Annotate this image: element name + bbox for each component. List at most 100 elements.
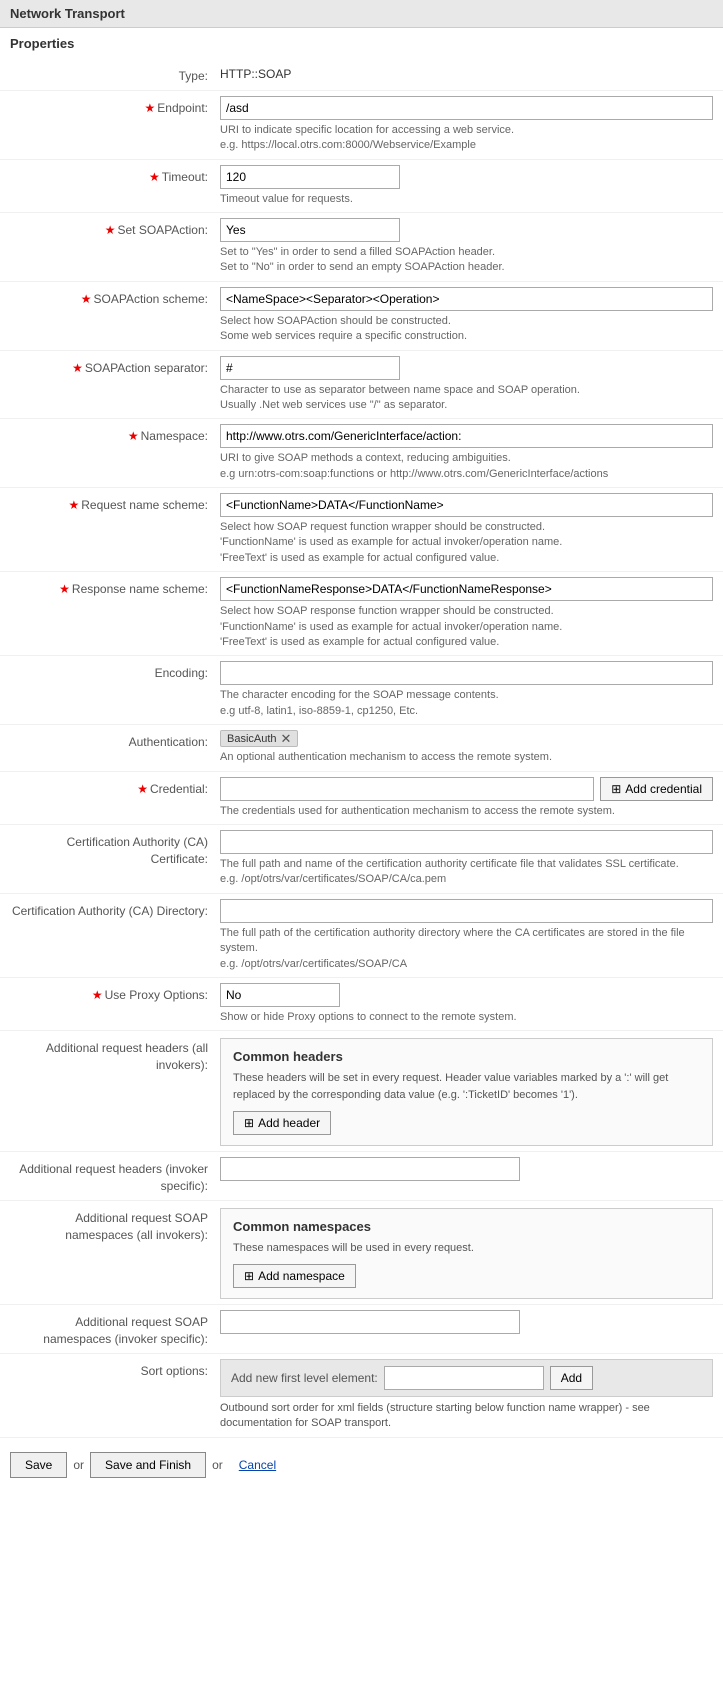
add-namespace-button[interactable]: ⊞ Add namespace xyxy=(233,1264,356,1288)
sort-area: Add new first level element: Add xyxy=(220,1359,713,1397)
additional-headers-invoker-input[interactable] xyxy=(220,1157,520,1181)
sort-add-button[interactable]: Add xyxy=(550,1366,593,1390)
ca-directory-input[interactable] xyxy=(220,899,713,923)
authentication-badge: BasicAuth ✕ xyxy=(220,730,298,747)
authentication-label: Authentication: xyxy=(10,730,220,751)
credential-label: ★Credential: xyxy=(10,777,220,798)
add-credential-icon: ⊞ xyxy=(611,782,621,796)
endpoint-input[interactable] xyxy=(220,96,713,120)
set-soapaction-label: ★Set SOAPAction: xyxy=(10,218,220,239)
sort-new-element-input[interactable] xyxy=(384,1366,544,1390)
save-button[interactable]: Save xyxy=(10,1452,67,1478)
encoding-input[interactable] xyxy=(220,661,713,685)
soapaction-scheme-row: ★SOAPAction scheme: Select how SOAPActio… xyxy=(0,282,723,351)
add-header-icon: ⊞ xyxy=(244,1116,254,1130)
section-title: Properties xyxy=(10,36,74,51)
type-value: HTTP::SOAP xyxy=(220,64,713,84)
endpoint-row: ★Endpoint: URI to indicate specific loca… xyxy=(0,91,723,160)
response-name-scheme-content: Select how SOAP response function wrappe… xyxy=(220,577,713,650)
page-header: Network Transport xyxy=(0,0,723,28)
ca-certificate-help: The full path and name of the certificat… xyxy=(220,857,713,888)
additional-headers-invoker-label: Additional request headers (invoker spec… xyxy=(10,1157,220,1195)
soapaction-separator-input[interactable] xyxy=(220,356,400,380)
ca-directory-help: The full path of the certification autho… xyxy=(220,926,713,972)
add-namespace-icon: ⊞ xyxy=(244,1269,254,1283)
additional-namespaces-all-row: Additional request SOAP namespaces (all … xyxy=(0,1201,723,1306)
additional-headers-all-row: Additional request headers (all invokers… xyxy=(0,1031,723,1152)
encoding-label: Encoding: xyxy=(10,661,220,682)
additional-headers-all-label-text: Additional request headers (all invokers… xyxy=(46,1041,208,1072)
footer-or1: or xyxy=(73,1458,84,1472)
type-row: Type: HTTP::SOAP xyxy=(0,59,723,91)
ca-certificate-label: Certification Authority (CA) Certificate… xyxy=(10,830,220,868)
response-name-scheme-input[interactable] xyxy=(220,577,713,601)
ca-certificate-row: Certification Authority (CA) Certificate… xyxy=(0,825,723,894)
authentication-row: Authentication: BasicAuth ✕ An optional … xyxy=(0,725,723,771)
authentication-label-text: Authentication: xyxy=(129,735,208,749)
timeout-content: Timeout value for requests. xyxy=(220,165,713,207)
common-namespaces-help: These namespaces will be used in every r… xyxy=(233,1240,700,1257)
set-soapaction-help: Set to "Yes" in order to send a filled S… xyxy=(220,245,713,276)
timeout-row: ★Timeout: Timeout value for requests. xyxy=(0,160,723,213)
endpoint-content: URI to indicate specific location for ac… xyxy=(220,96,713,154)
soapaction-scheme-label: ★SOAPAction scheme: xyxy=(10,287,220,308)
request-name-scheme-input[interactable] xyxy=(220,493,713,517)
ca-certificate-label-text: Certification Authority (CA) Certificate… xyxy=(67,835,208,866)
additional-headers-invoker-row: Additional request headers (invoker spec… xyxy=(0,1152,723,1201)
request-name-scheme-label-text: Request name scheme: xyxy=(81,498,208,512)
additional-namespaces-all-content: Common namespaces These namespaces will … xyxy=(220,1206,713,1300)
authentication-help: An optional authentication mechanism to … xyxy=(220,750,713,765)
request-name-scheme-content: Select how SOAP request function wrapper… xyxy=(220,493,713,566)
sort-new-element-label: Add new first level element: xyxy=(231,1371,378,1385)
response-name-scheme-label-text: Response name scheme: xyxy=(72,582,208,596)
set-soapaction-label-text: Set SOAPAction: xyxy=(118,223,209,237)
additional-namespaces-invoker-input[interactable] xyxy=(220,1310,520,1334)
add-credential-button[interactable]: ⊞ Add credential xyxy=(600,777,713,801)
additional-namespaces-invoker-content xyxy=(220,1310,713,1334)
soapaction-scheme-input[interactable] xyxy=(220,287,713,311)
sort-options-content: Add new first level element: Add Outboun… xyxy=(220,1359,713,1432)
encoding-row: Encoding: The character encoding for the… xyxy=(0,656,723,725)
common-namespaces-title: Common namespaces xyxy=(233,1219,700,1234)
namespace-label-text: Namespace: xyxy=(141,429,208,443)
soapaction-scheme-label-text: SOAPAction scheme: xyxy=(94,292,209,306)
use-proxy-options-input[interactable] xyxy=(220,983,340,1007)
cancel-button[interactable]: Cancel xyxy=(229,1453,286,1477)
soapaction-separator-row: ★SOAPAction separator: Character to use … xyxy=(0,351,723,420)
cancel-label: Cancel xyxy=(239,1458,276,1472)
section-header: Properties xyxy=(0,28,723,59)
ca-certificate-input[interactable] xyxy=(220,830,713,854)
add-namespace-label: Add namespace xyxy=(258,1269,345,1283)
soapaction-separator-label: ★SOAPAction separator: xyxy=(10,356,220,377)
additional-headers-invoker-content xyxy=(220,1157,713,1181)
endpoint-label-text: Endpoint: xyxy=(157,101,208,115)
authentication-value: BasicAuth xyxy=(227,733,277,745)
sort-options-label: Sort options: xyxy=(10,1359,220,1380)
use-proxy-options-content: Show or hide Proxy options to connect to… xyxy=(220,983,713,1025)
additional-headers-invoker-label-text: Additional request headers (invoker spec… xyxy=(19,1162,208,1193)
save-and-finish-button[interactable]: Save and Finish xyxy=(90,1452,206,1478)
request-name-scheme-help: Select how SOAP request function wrapper… xyxy=(220,520,713,566)
additional-headers-all-content: Common headers These headers will be set… xyxy=(220,1036,713,1146)
endpoint-help1: URI to indicate specific location for ac… xyxy=(220,123,713,154)
use-proxy-options-help: Show or hide Proxy options to connect to… xyxy=(220,1010,713,1025)
response-name-scheme-help: Select how SOAP response function wrappe… xyxy=(220,604,713,650)
set-soapaction-input[interactable] xyxy=(220,218,400,242)
sort-add-label: Add xyxy=(561,1371,582,1385)
additional-namespaces-all-label: Additional request SOAP namespaces (all … xyxy=(10,1206,220,1244)
namespace-input[interactable] xyxy=(220,424,713,448)
sort-options-label-text: Sort options: xyxy=(141,1364,208,1378)
authentication-remove-icon[interactable]: ✕ xyxy=(281,732,292,745)
add-header-button[interactable]: ⊞ Add header xyxy=(233,1111,331,1135)
footer-or2: or xyxy=(212,1458,223,1472)
soapaction-separator-content: Character to use as separator between na… xyxy=(220,356,713,414)
sort-options-help: Outbound sort order for xml fields (stru… xyxy=(220,1401,713,1432)
common-headers-title: Common headers xyxy=(233,1049,700,1064)
credential-input[interactable] xyxy=(220,777,594,801)
add-credential-label: Add credential xyxy=(625,782,702,796)
credential-label-text: Credential: xyxy=(150,782,208,796)
additional-namespaces-all-label-text: Additional request SOAP namespaces (all … xyxy=(65,1211,208,1242)
set-soapaction-row: ★Set SOAPAction: Set to "Yes" in order t… xyxy=(0,213,723,282)
timeout-input[interactable] xyxy=(220,165,400,189)
credential-content: ⊞ Add credential The credentials used fo… xyxy=(220,777,713,819)
